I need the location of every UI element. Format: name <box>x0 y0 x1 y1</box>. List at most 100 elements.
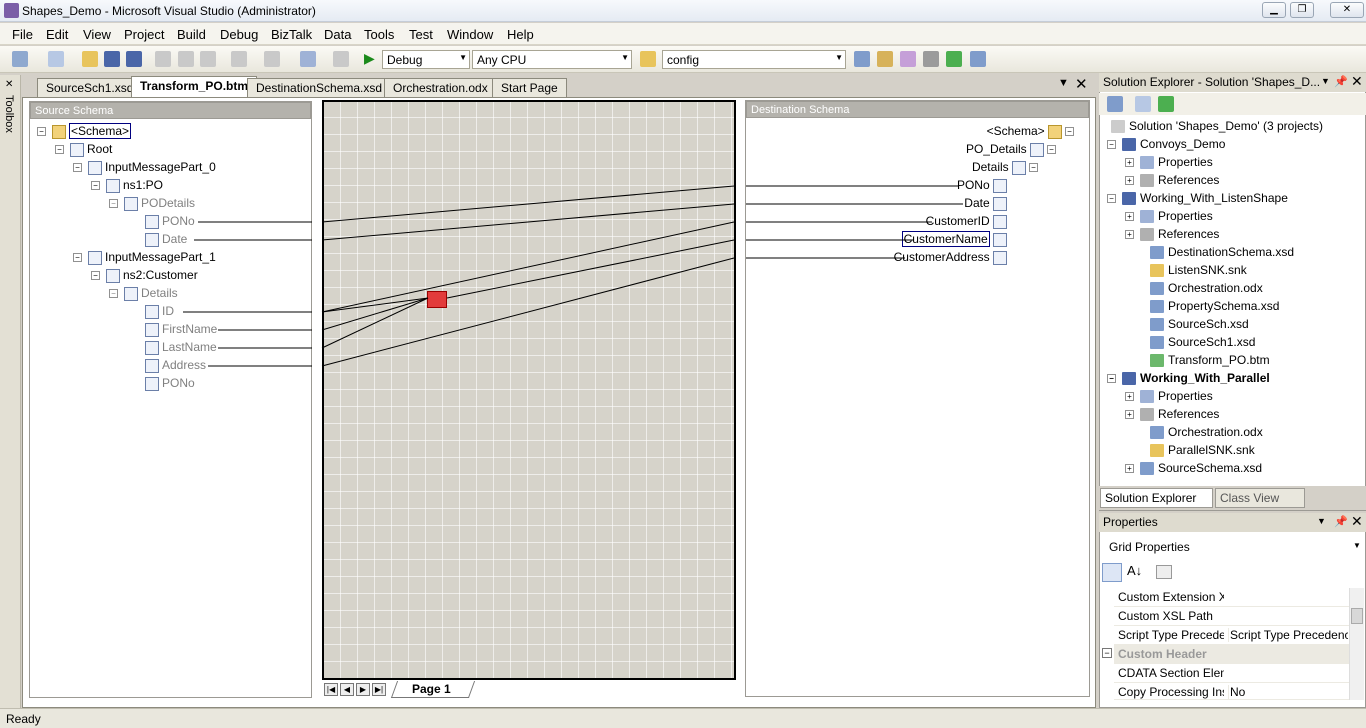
menu-help[interactable]: Help <box>507 27 534 42</box>
menu-window[interactable]: Window <box>447 27 493 42</box>
open-file-icon[interactable] <box>82 51 98 67</box>
expand-icon[interactable]: + <box>1125 176 1134 186</box>
cut-icon[interactable] <box>155 51 171 67</box>
expand-icon[interactable]: + <box>1125 464 1134 474</box>
properties-window-icon[interactable] <box>877 51 893 67</box>
item-parallelsnk[interactable]: ParallelSNK.snk <box>1168 443 1255 457</box>
node-id[interactable]: ID <box>162 304 174 318</box>
mapping-grid[interactable] <box>322 100 736 680</box>
property-row[interactable]: Script Type Preceden Script Type Preceden… <box>1114 626 1349 645</box>
navigate-forward-icon[interactable] <box>333 51 349 67</box>
menu-view[interactable]: View <box>83 27 111 42</box>
property-row[interactable]: CDATA Section Elem <box>1114 664 1349 683</box>
solution-configuration-combo[interactable]: Debug ▼ <box>382 50 470 69</box>
property-value[interactable]: Script Type Precedence <box>1228 628 1348 642</box>
node-root[interactable]: Root <box>87 142 112 156</box>
node-details[interactable]: Details <box>141 286 178 300</box>
menu-file[interactable]: File <box>12 27 33 42</box>
menu-tools[interactable]: Tools <box>364 27 394 42</box>
item-references-1[interactable]: References <box>1158 173 1219 187</box>
new-project-icon[interactable] <box>12 51 28 67</box>
refresh-icon[interactable] <box>1158 96 1174 112</box>
save-all-icon[interactable] <box>126 51 142 67</box>
property-row[interactable]: Custom XSL Path <box>1114 607 1349 626</box>
menu-edit[interactable]: Edit <box>46 27 68 42</box>
collapse-icon[interactable]: − <box>73 163 82 173</box>
tab-sourcesch1[interactable]: SourceSch1.xsd <box>37 78 143 97</box>
save-icon[interactable] <box>104 51 120 67</box>
first-page-button[interactable]: |◀ <box>324 683 338 696</box>
collapse-icon[interactable]: − <box>73 253 82 263</box>
start-debugging-icon[interactable]: ▶ <box>364 50 375 67</box>
solution-platform-combo[interactable]: Any CPU ▼ <box>472 50 632 69</box>
dst-node-date[interactable]: Date <box>964 196 989 210</box>
dst-schema-root-node[interactable]: <Schema> <box>987 124 1045 138</box>
dst-node-details[interactable]: Details <box>972 160 1009 174</box>
menu-debug[interactable]: Debug <box>220 27 258 42</box>
collapse-icon[interactable]: − <box>91 181 100 191</box>
properties-object-combo[interactable]: Grid Properties ▼ <box>1103 537 1363 556</box>
collapse-icon[interactable]: − <box>55 145 64 155</box>
tab-class-view[interactable]: Class View <box>1215 488 1305 508</box>
node-inputmessagepart-0[interactable]: InputMessagePart_0 <box>105 160 216 174</box>
menu-build[interactable]: Build <box>177 27 206 42</box>
item-properties-3[interactable]: Properties <box>1158 389 1213 403</box>
solution-node[interactable]: Solution 'Shapes_Demo' (3 projects) <box>1129 119 1323 133</box>
node-pono-2[interactable]: PONo <box>162 376 195 390</box>
collapse-icon[interactable]: − <box>109 199 118 209</box>
item-listensnk[interactable]: ListenSNK.snk <box>1168 263 1247 277</box>
schema-root-node[interactable]: <Schema> <box>69 123 132 139</box>
menu-biztalk[interactable]: BizTalk <box>271 27 312 42</box>
show-all-files-icon[interactable] <box>1135 96 1151 112</box>
find-in-files-icon[interactable] <box>640 51 656 67</box>
redo-icon[interactable] <box>264 51 280 67</box>
property-category-row[interactable]: Custom Header <box>1114 645 1349 664</box>
tab-destinationschema[interactable]: DestinationSchema.xsd <box>247 78 392 97</box>
property-row[interactable]: Custom Extension X <box>1114 588 1349 607</box>
last-page-button[interactable]: ▶| <box>372 683 386 696</box>
dst-node-customeraddress[interactable]: CustomerAddress <box>894 250 990 264</box>
window-position-icon[interactable]: ▼ <box>1321 76 1330 86</box>
item-properties-2[interactable]: Properties <box>1158 209 1213 223</box>
dst-node-customerid[interactable]: CustomerID <box>926 214 990 228</box>
node-ns1-po[interactable]: ns1:PO <box>123 178 163 192</box>
item-references-2[interactable]: References <box>1158 227 1219 241</box>
collapse-icon[interactable]: − <box>1107 140 1116 150</box>
node-date[interactable]: Date <box>162 232 187 246</box>
properties-scrollbar[interactable] <box>1349 588 1364 700</box>
collapse-category-icon[interactable]: − <box>1102 648 1112 658</box>
project-convoys-demo[interactable]: Convoys_Demo <box>1140 137 1225 151</box>
menu-data[interactable]: Data <box>324 27 351 42</box>
expand-icon[interactable]: + <box>1125 158 1134 168</box>
next-page-button[interactable]: ▶ <box>356 683 370 696</box>
undo-icon[interactable] <box>231 51 247 67</box>
close-document-icon[interactable]: ✕ <box>1075 75 1088 93</box>
property-row[interactable]: Copy Processing Ins No <box>1114 683 1349 700</box>
paste-icon[interactable] <box>200 51 216 67</box>
expand-icon[interactable]: + <box>1125 392 1134 402</box>
add-item-icon[interactable] <box>48 51 64 67</box>
node-inputmessagepart-1[interactable]: InputMessagePart_1 <box>105 250 216 264</box>
tab-start-page[interactable]: Start Page <box>492 78 567 97</box>
item-destinationschema[interactable]: DestinationSchema.xsd <box>1168 245 1294 259</box>
item-sourceschema[interactable]: SourceSchema.xsd <box>1158 461 1262 475</box>
toolbox-icon[interactable] <box>923 51 939 67</box>
item-sourcesch1[interactable]: SourceSch1.xsd <box>1168 335 1255 349</box>
copy-icon[interactable] <box>178 51 194 67</box>
categorized-icon[interactable] <box>1102 563 1122 582</box>
tab-list-dropdown-icon[interactable]: ▼ <box>1058 77 1069 89</box>
navigate-back-icon[interactable] <box>300 51 316 67</box>
collapse-icon[interactable]: − <box>109 289 118 299</box>
item-orchestration-2[interactable]: Orchestration.odx <box>1168 425 1263 439</box>
collapse-icon[interactable]: − <box>1107 194 1116 204</box>
close-pane-icon[interactable]: ✕ <box>1351 73 1363 90</box>
collapse-icon[interactable]: − <box>1065 127 1074 137</box>
command-window-icon[interactable] <box>970 51 986 67</box>
object-browser-icon[interactable] <box>900 51 916 67</box>
expand-icon[interactable]: + <box>1125 410 1134 420</box>
menu-test[interactable]: Test <box>409 27 433 42</box>
minimize-button[interactable]: ▁ <box>1262 2 1286 18</box>
collapse-icon[interactable]: − <box>1029 163 1038 173</box>
tab-orchestration[interactable]: Orchestration.odx <box>384 78 497 97</box>
item-properties-1[interactable]: Properties <box>1158 155 1213 169</box>
